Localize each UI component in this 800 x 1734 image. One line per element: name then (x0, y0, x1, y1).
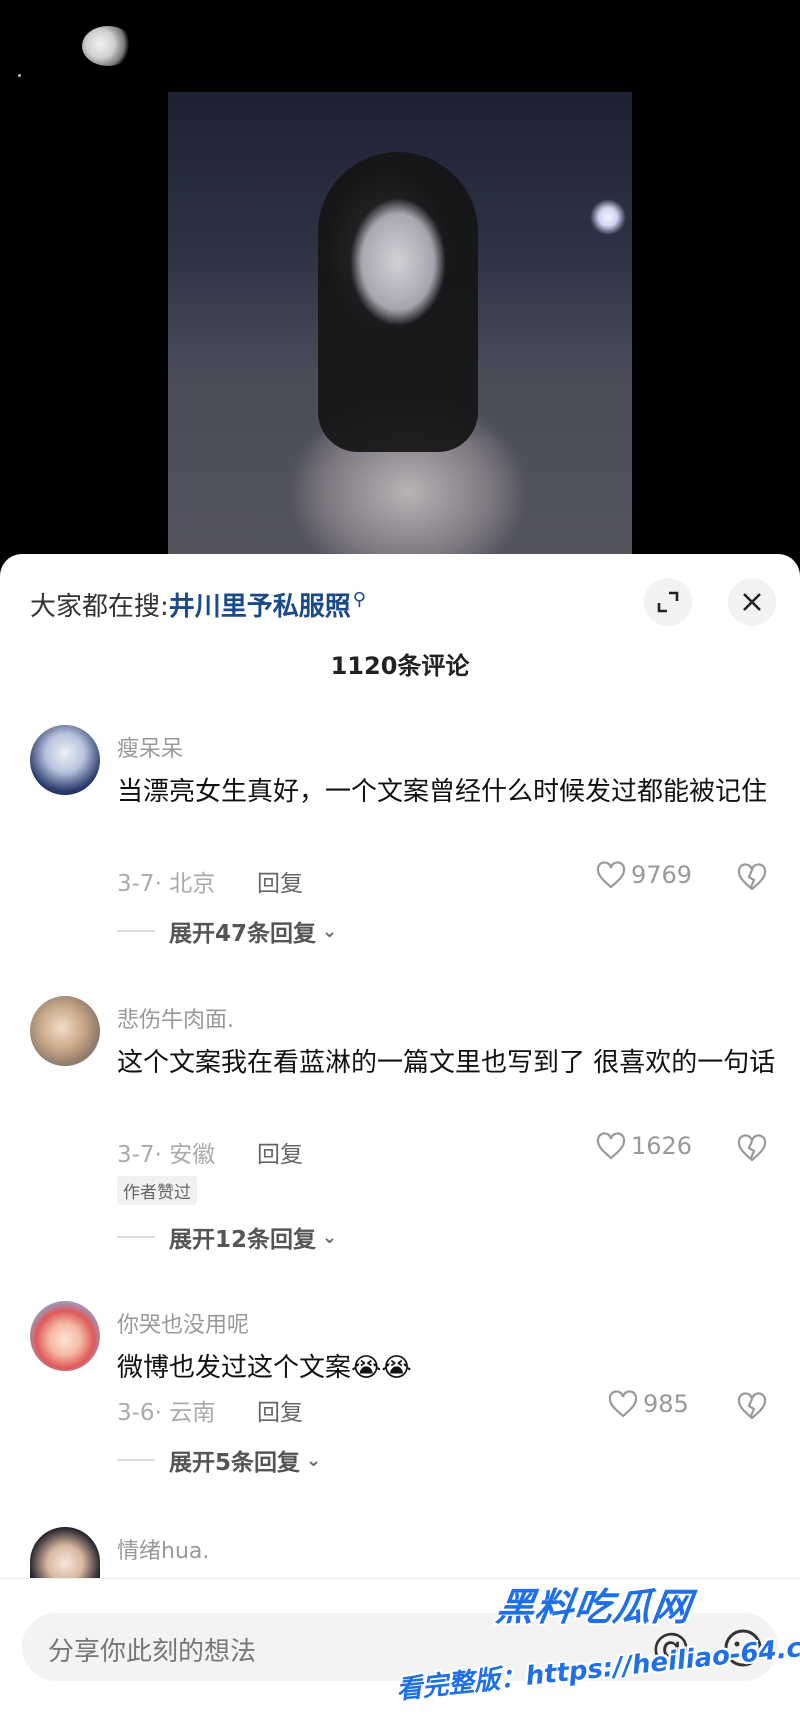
star-dot (18, 74, 21, 77)
avatar[interactable] (30, 1301, 100, 1371)
moon-light (82, 26, 134, 66)
person-figure (318, 152, 478, 452)
comment-sheet: 大家都在搜: 井川里予私服照 ⚲ 1120条评论 瘦呆呆 当漂亮女生真好，一个文… (0, 554, 800, 1734)
comment-username[interactable]: 悲伤牛肉面. (117, 1002, 234, 1034)
expand-replies-label: 展开12条回复 (169, 1227, 317, 1253)
watermark-title: 黑料吃瓜网 (493, 1585, 695, 1629)
divider-line (117, 1236, 155, 1238)
like-count: 985 (643, 1390, 689, 1418)
like-count: 1626 (631, 1132, 693, 1160)
comment-username[interactable]: 你哭也没用呢 (117, 1307, 249, 1339)
divider-line (117, 1459, 155, 1461)
comment-text: 当漂亮女生真好，一个文案曾经什么时候发过都能被记住 (117, 777, 768, 807)
expand-button[interactable] (644, 578, 692, 626)
avatar[interactable] (30, 725, 100, 795)
expand-replies-label: 展开47条回复 (169, 921, 317, 947)
comment-username[interactable]: 瘦呆呆 (117, 731, 183, 763)
like-button[interactable]: 1626 (595, 1131, 692, 1161)
close-icon (743, 593, 761, 611)
like-button[interactable]: 985 (607, 1389, 689, 1419)
watermark-url: 看完整版：https://heiliao-64.com (394, 1628, 800, 1706)
comments-count: 1120条评论 (330, 652, 470, 680)
heart-icon (596, 861, 626, 889)
comment-meta: 3-6· 云南 (117, 1400, 216, 1426)
broken-heart-icon (737, 863, 767, 891)
expand-icon (657, 591, 679, 613)
comment-meta: 3-7· 安徽 (117, 1142, 216, 1168)
heart-icon (608, 1390, 638, 1418)
comment-input-placeholder: 分享你此刻的想法 (48, 1637, 257, 1667)
comment-text: 这个文案我在看蓝淋的一篇文里也写到了 很喜欢的一句话 (117, 1048, 776, 1078)
expand-replies-button[interactable]: 展开12条回复 ⌄ (117, 1220, 337, 1254)
trending-search-prefix: 大家都在搜: (30, 591, 169, 622)
expand-replies-button[interactable]: 展开47条回复 ⌄ (117, 914, 337, 948)
search-icon: ⚲ (352, 588, 366, 610)
reply-button[interactable]: 回复 (257, 1135, 303, 1169)
chevron-down-icon: ⌄ (322, 1226, 338, 1248)
video-frame (168, 92, 632, 562)
expand-replies-button[interactable]: 展开5条回复 ⌄ (117, 1443, 321, 1477)
like-button[interactable]: 9769 (595, 860, 692, 890)
heart-icon (596, 1132, 626, 1160)
chevron-down-icon: ⌄ (306, 1449, 322, 1471)
dislike-button[interactable] (736, 862, 768, 896)
video-player[interactable] (0, 0, 800, 580)
avatar[interactable] (30, 1527, 100, 1579)
reply-button[interactable]: 回复 (257, 1393, 303, 1427)
comment-meta: 3-7· 北京 (117, 871, 216, 897)
broken-heart-icon (737, 1392, 767, 1420)
divider-line (117, 930, 155, 932)
dislike-button[interactable] (736, 1133, 768, 1167)
comment-username[interactable]: 情绪hua. (117, 1533, 209, 1565)
chevron-down-icon: ⌄ (322, 920, 338, 942)
comment-text: 微博也发过这个文案😭😭 (117, 1353, 412, 1383)
close-button[interactable] (728, 578, 776, 626)
broken-heart-icon (737, 1134, 767, 1162)
watermark: 黑料吃瓜网 看完整版：https://heiliao-64.com (395, 1576, 800, 1726)
reply-button[interactable]: 回复 (257, 864, 303, 898)
avatar[interactable] (30, 996, 100, 1066)
trending-search[interactable]: 大家都在搜: 井川里予私服照 ⚲ (30, 584, 366, 624)
trending-search-term[interactable]: 井川里予私服照 (169, 586, 351, 623)
like-count: 9769 (631, 861, 693, 889)
expand-replies-label: 展开5条回复 (169, 1450, 301, 1476)
dislike-button[interactable] (736, 1391, 768, 1425)
author-liked-badge: 作者赞过 (117, 1176, 197, 1205)
